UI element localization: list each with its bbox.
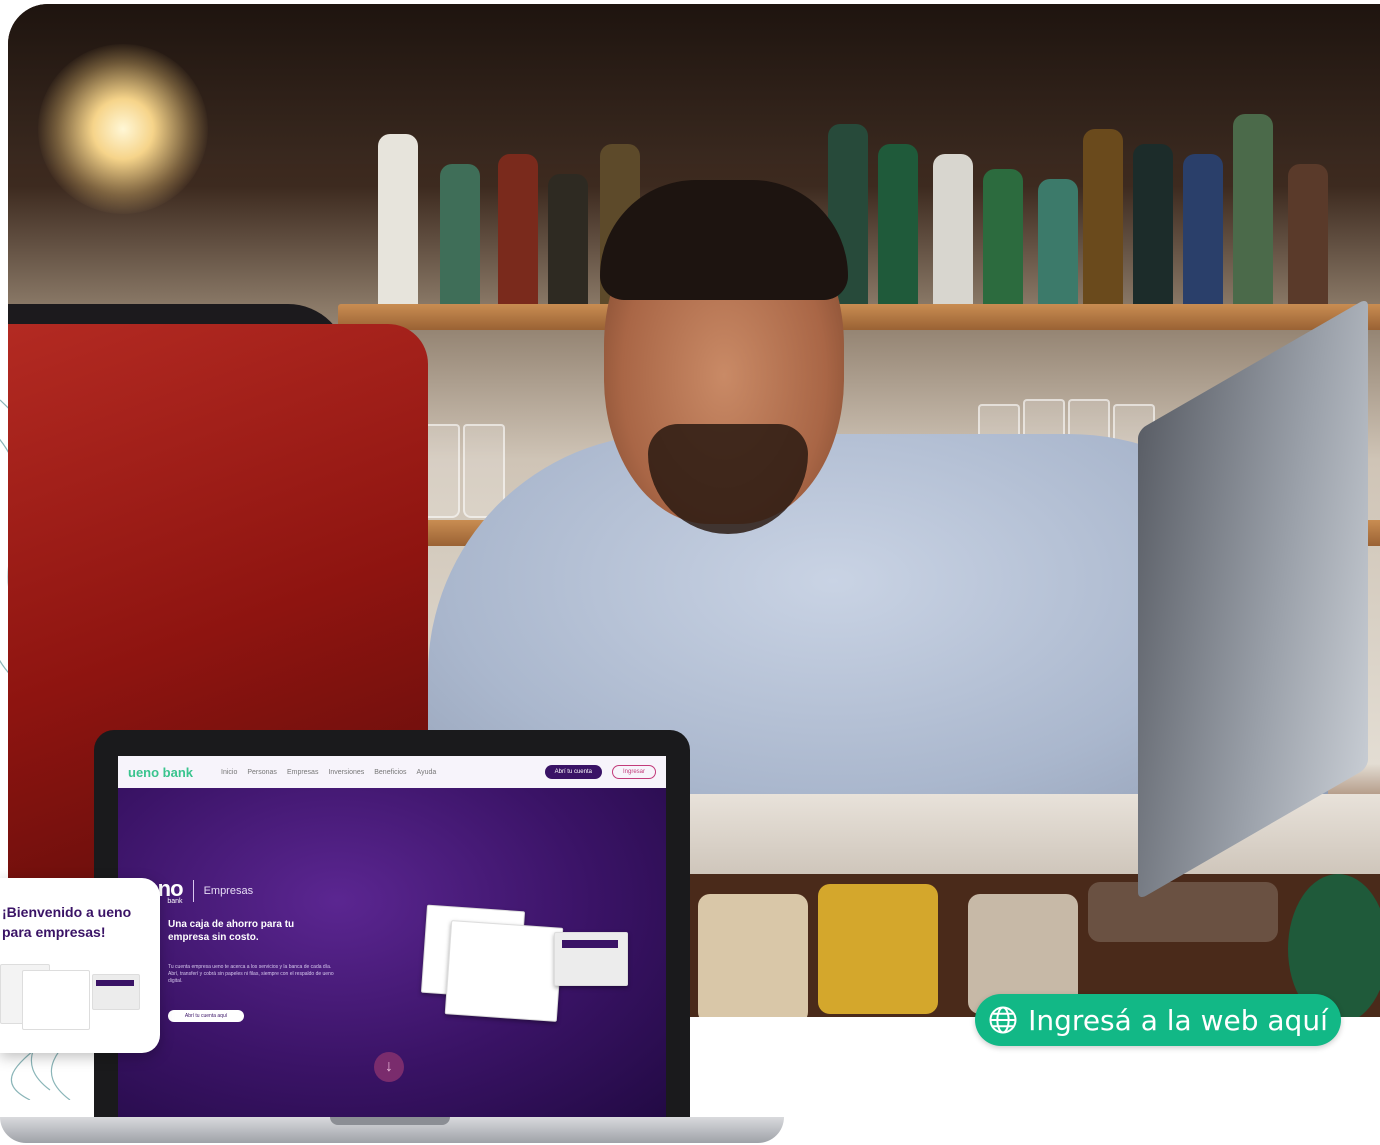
site-nav-link[interactable]: Beneficios	[374, 769, 406, 776]
brand-section: Empresas	[203, 884, 254, 897]
laptop-notch	[330, 1117, 450, 1125]
welcome-title: ¡Bienvenido a ueno para empresas!	[2, 904, 132, 940]
login-button[interactable]: Ingresar	[611, 765, 656, 779]
welcome-card: ¡Bienvenido a ueno para empresas!	[0, 878, 160, 1053]
site-nav-link[interactable]: Personas	[247, 769, 277, 776]
site-body-text: Tu cuenta empresa ueno te acerca a los s…	[168, 964, 334, 984]
hanging-lamp	[38, 44, 208, 214]
laptop-mockup: ueno bank Inicio Personas Empresas Inver…	[94, 730, 690, 1126]
globe-icon	[989, 1006, 1017, 1034]
visit-website-label: Ingresá a la web aquí	[1028, 1003, 1328, 1037]
open-account-button[interactable]: Abrí tu cuenta	[544, 765, 602, 779]
site-nav-link[interactable]: Ayuda	[417, 769, 437, 776]
site-logo[interactable]: ueno bank	[128, 765, 193, 780]
site-nav-link[interactable]: Inversiones	[328, 769, 364, 776]
site-headline: Una caja de ahorro para tu empresa sin c…	[168, 919, 295, 943]
scroll-down-icon[interactable]: ↓	[374, 1052, 404, 1082]
site-navbar: ueno bank Inicio Personas Empresas Inver…	[118, 756, 666, 788]
laptop-screen: ueno bank Inicio Personas Empresas Inver…	[118, 756, 666, 1118]
upper-shelf	[338, 304, 1380, 330]
site-cta-button[interactable]: Abrí tu cuenta aquí	[168, 1010, 244, 1022]
visit-website-button[interactable]: Ingresá a la web aquí	[975, 994, 1341, 1046]
site-nav-link[interactable]: Empresas	[287, 769, 319, 776]
site-nav-link[interactable]: Inicio	[221, 769, 237, 776]
ceiling	[8, 4, 1380, 164]
brand-divider	[192, 879, 194, 902]
